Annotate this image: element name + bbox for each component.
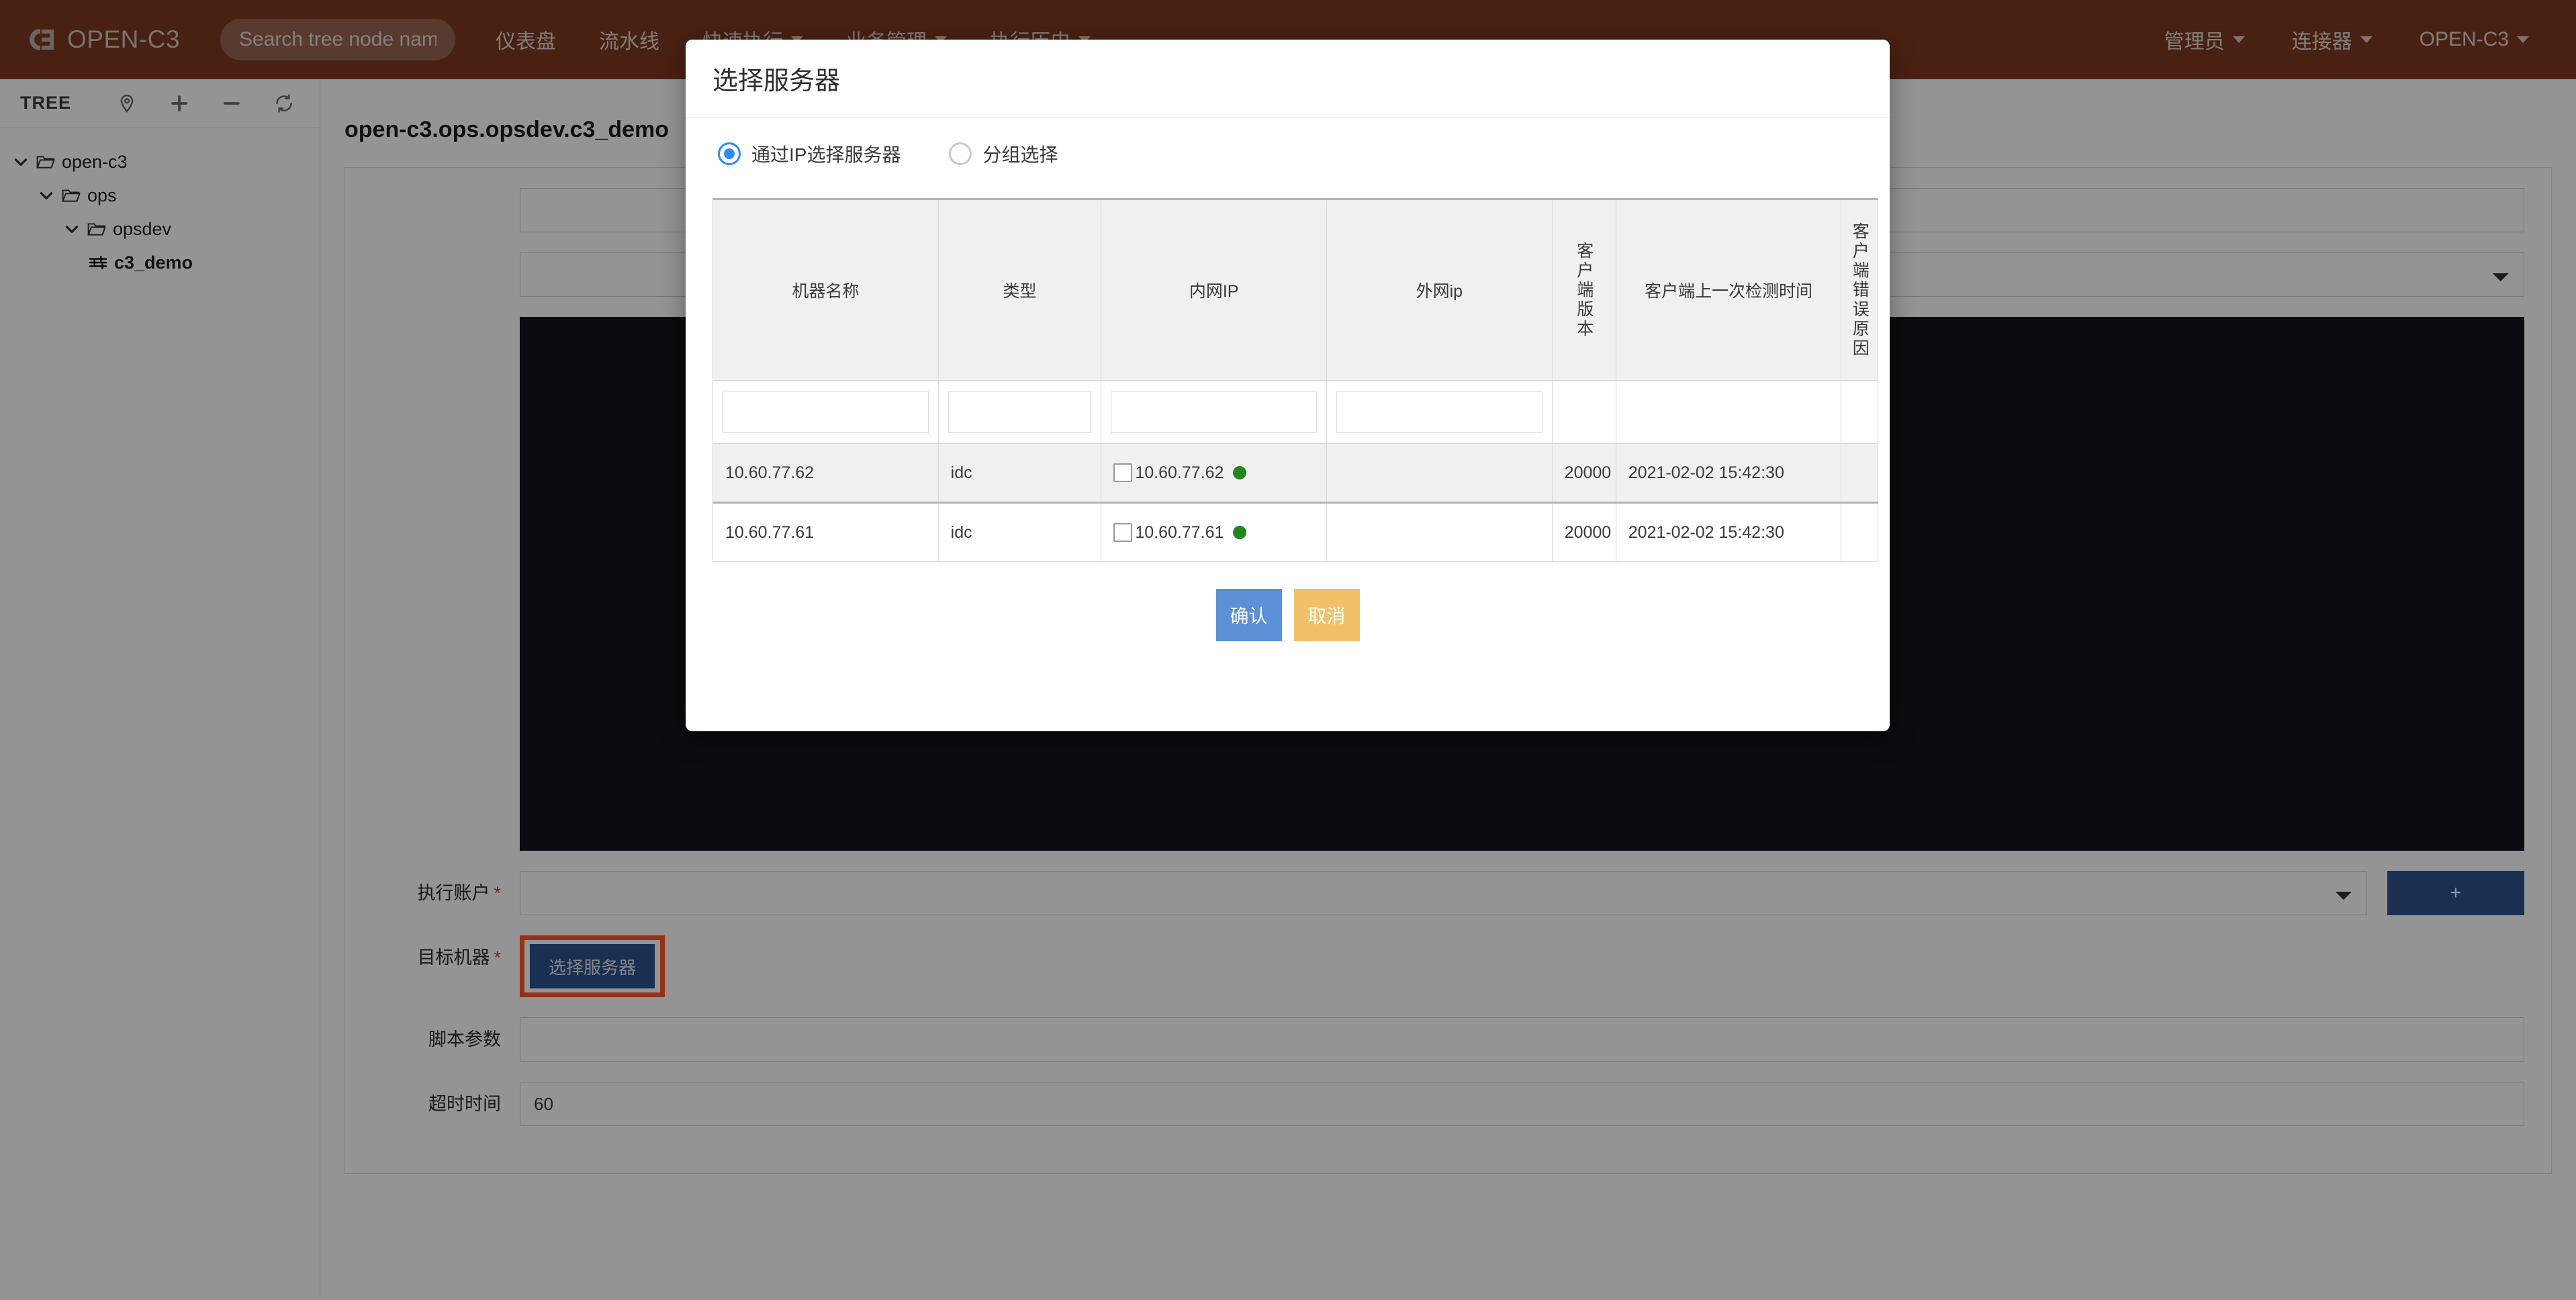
filter-cell-intranet-ip <box>1101 381 1327 444</box>
table-filter-row <box>713 381 1878 444</box>
table-row[interactable]: 10.60.77.62 idc 10.60.77.62 20000 2021-0… <box>713 444 1878 503</box>
cancel-button[interactable]: 取消 <box>1294 589 1360 641</box>
filter-cell-client-version <box>1552 381 1616 444</box>
cell-client-version: 20000 <box>1552 503 1616 562</box>
select-server-modal: 选择服务器 通过IP选择服务器 分组选择 机器名称 类型 内网IP <box>686 40 1890 731</box>
server-table-body: 10.60.77.62 idc 10.60.77.62 20000 2021-0… <box>713 444 1878 562</box>
cell-type: idc <box>938 503 1101 562</box>
cell-client-version: 20000 <box>1552 444 1616 503</box>
radio-selected-icon[interactable] <box>718 142 741 165</box>
cell-last-check-time: 2021-02-02 15:42:30 <box>1616 503 1841 562</box>
intranet-ip-wrap: 10.60.77.62 <box>1113 463 1314 483</box>
col-header-intranet-ip[interactable]: 内网IP <box>1101 199 1327 381</box>
col-header-type[interactable]: 类型 <box>938 199 1101 381</box>
col-header-machine-name[interactable]: 机器名称 <box>713 199 939 381</box>
table-row[interactable]: 10.60.77.61 idc 10.60.77.61 20000 2021-0… <box>713 503 1878 562</box>
cell-type: idc <box>938 444 1101 503</box>
filter-cell-client-error-reason <box>1841 381 1878 444</box>
server-table-head: 机器名称 类型 内网IP 外网ip 客户端版本 客户端上一次检测时间 客户端错误… <box>713 199 1878 444</box>
filter-cell-last-check-time <box>1616 381 1841 444</box>
cell-extranet-ip <box>1327 444 1553 503</box>
filter-input-intranet-ip[interactable] <box>1111 391 1317 433</box>
table-header-row: 机器名称 类型 内网IP 外网ip 客户端版本 客户端上一次检测时间 客户端错误… <box>713 199 1878 381</box>
modal-header: 选择服务器 <box>686 40 1890 118</box>
radio-label: 通过IP选择服务器 <box>751 140 901 167</box>
intranet-ip-wrap: 10.60.77.61 <box>1113 523 1314 543</box>
row-checkbox[interactable] <box>1113 523 1132 542</box>
status-online-icon <box>1233 466 1246 479</box>
row-checkbox[interactable] <box>1113 463 1132 482</box>
radio-unselected-icon[interactable] <box>949 142 972 165</box>
cell-client-error-reason <box>1841 444 1878 503</box>
col-header-client-version[interactable]: 客户端版本 <box>1552 199 1616 381</box>
modal-title: 选择服务器 <box>712 60 840 97</box>
modal-footer: 确认 取消 <box>712 562 1863 684</box>
cell-extranet-ip <box>1327 503 1553 562</box>
cell-client-error-reason <box>1841 503 1878 562</box>
selection-mode-radio-group: 通过IP选择服务器 分组选择 <box>712 140 1863 167</box>
status-online-icon <box>1233 526 1246 539</box>
filter-input-type[interactable] <box>948 391 1092 433</box>
col-header-client-error-reason[interactable]: 客户端错误原因 <box>1841 199 1878 381</box>
filter-cell-machine-name <box>713 381 939 444</box>
col-header-extranet-ip[interactable]: 外网ip <box>1327 199 1553 381</box>
intranet-ip-text: 10.60.77.61 <box>1135 523 1224 543</box>
intranet-ip-text: 10.60.77.62 <box>1135 463 1224 483</box>
filter-cell-extranet-ip <box>1327 381 1553 444</box>
filter-input-extranet-ip[interactable] <box>1336 391 1543 433</box>
server-table: 机器名称 类型 内网IP 外网ip 客户端版本 客户端上一次检测时间 客户端错误… <box>712 198 1878 562</box>
col-header-last-check-time[interactable]: 客户端上一次检测时间 <box>1616 199 1841 381</box>
cell-intranet-ip: 10.60.77.62 <box>1101 444 1327 503</box>
filter-cell-type <box>938 381 1101 444</box>
cell-last-check-time: 2021-02-02 15:42:30 <box>1616 444 1841 503</box>
modal-body: 通过IP选择服务器 分组选择 机器名称 类型 内网IP 外网ip 客户端版本 客… <box>686 118 1890 731</box>
radio-label: 分组选择 <box>982 140 1058 167</box>
cell-machine-name: 10.60.77.61 <box>713 503 939 562</box>
radio-option-by-ip[interactable]: 通过IP选择服务器 <box>718 140 901 167</box>
radio-option-by-group[interactable]: 分组选择 <box>949 140 1058 167</box>
cell-machine-name: 10.60.77.62 <box>713 444 939 503</box>
cell-intranet-ip: 10.60.77.61 <box>1101 503 1327 562</box>
confirm-button[interactable]: 确认 <box>1216 589 1282 641</box>
filter-input-machine-name[interactable] <box>723 391 929 433</box>
